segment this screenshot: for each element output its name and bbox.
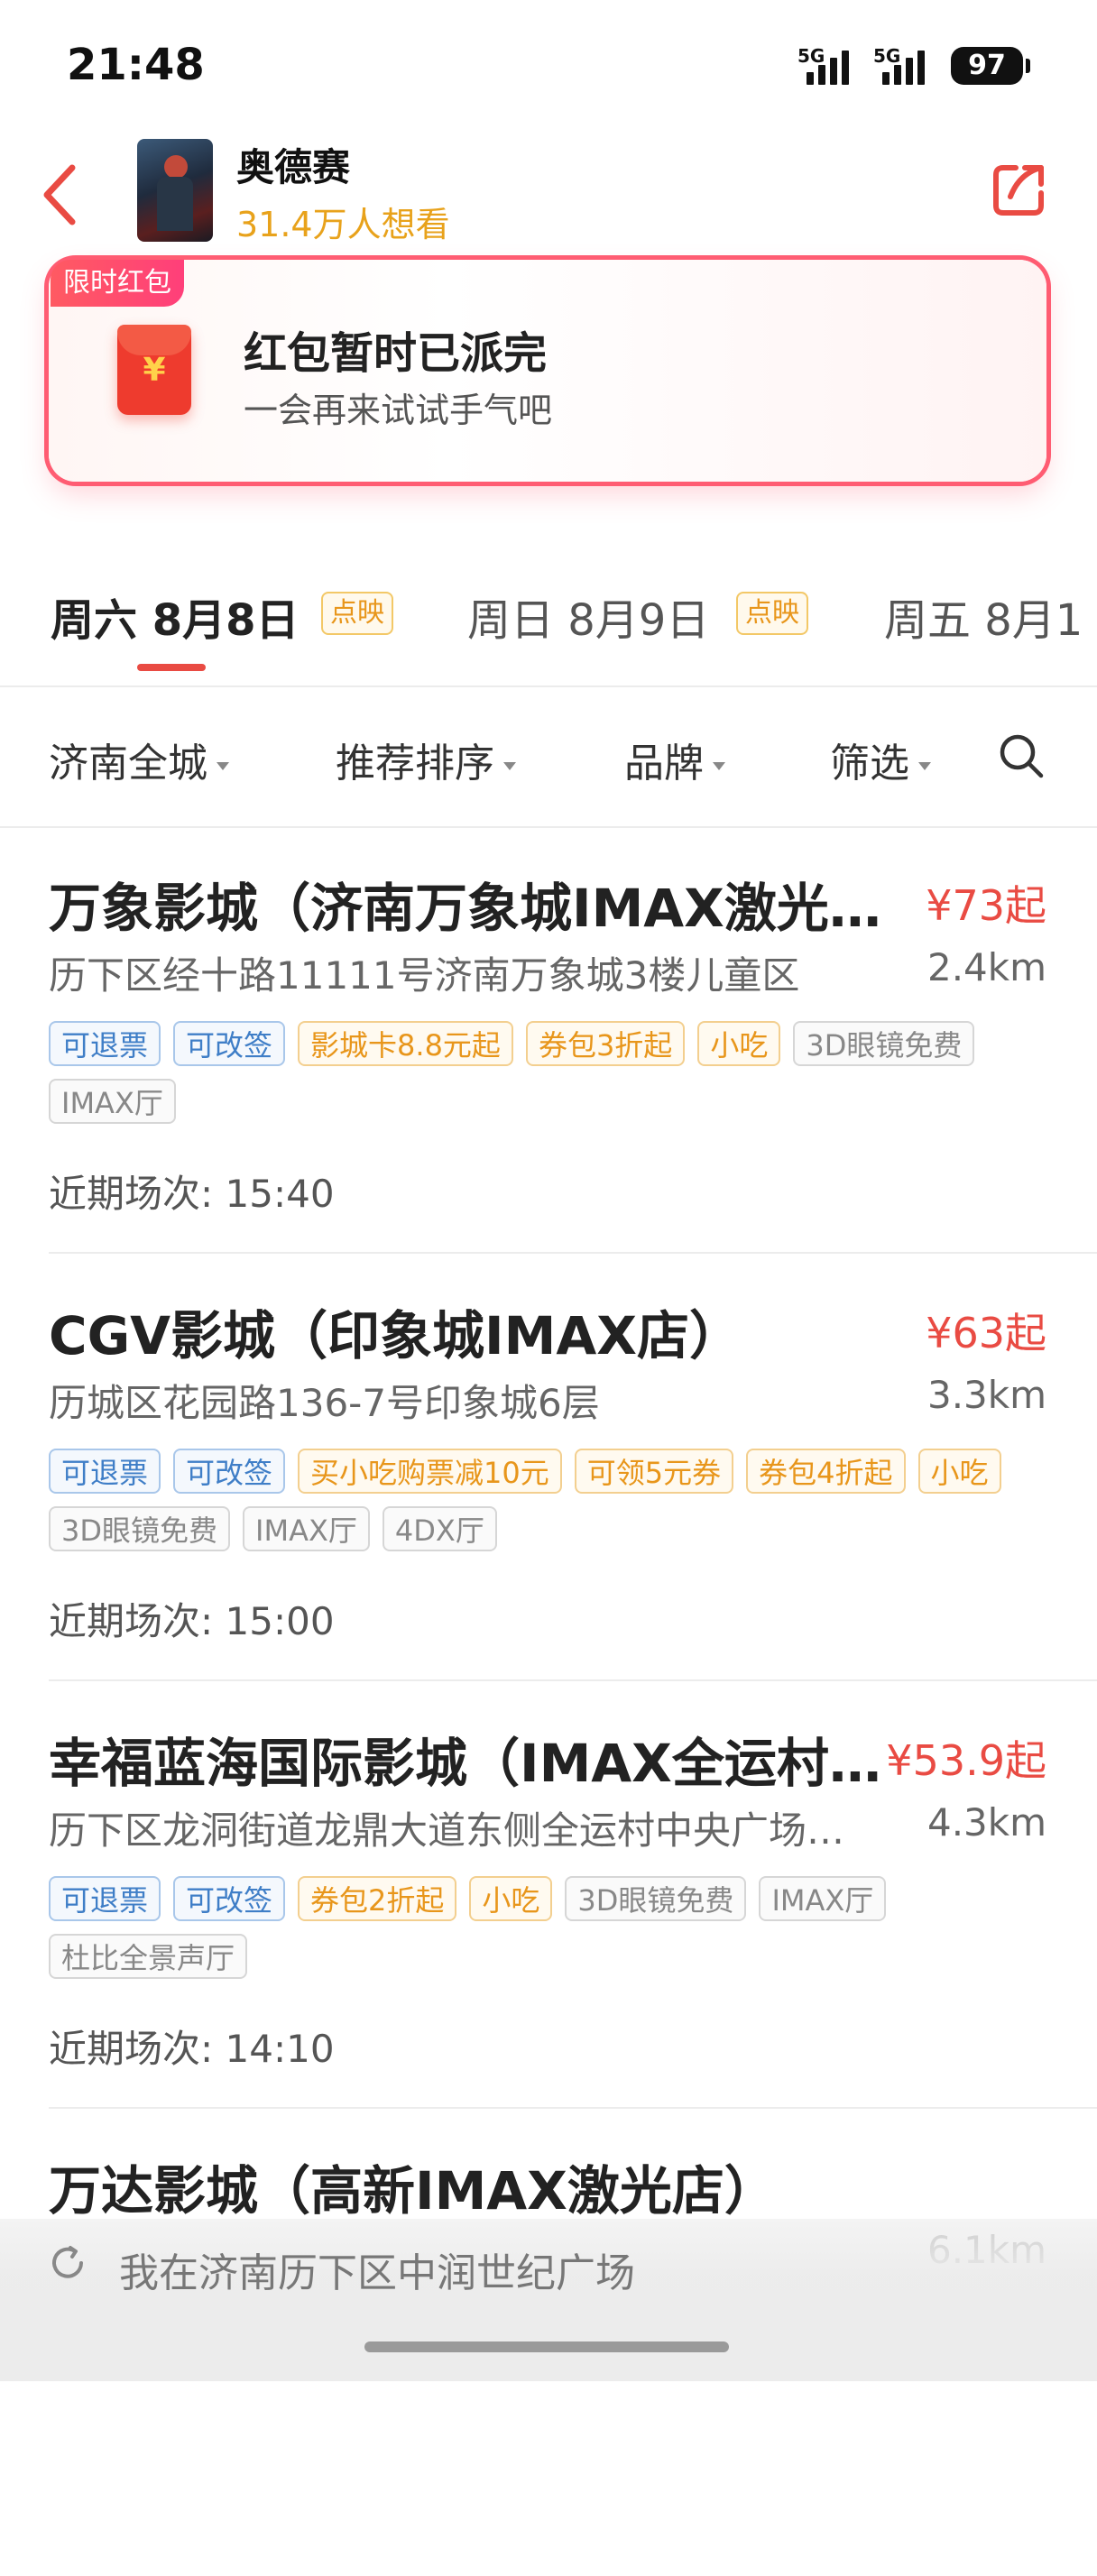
cinema-distance: 4.3km [926, 1800, 1046, 1845]
preview-badge: 点映 [736, 592, 808, 635]
cinema-tag: 小吃 [697, 1021, 781, 1066]
red-packet-subtitle: 一会再来试试手气吧 [244, 391, 553, 430]
cinema-tag: IMAX厅 [49, 1079, 176, 1124]
cinema-tag: 可领5元券 [574, 1449, 734, 1494]
cinema-price: ¥63起 [926, 1309, 1046, 1357]
red-envelope-icon: ¥ [117, 325, 191, 415]
signal-icon: 5G [873, 45, 936, 85]
cinema-name: 万达影城（高新IMAX激光店） [49, 2160, 777, 2222]
battery-indicator: 97 [951, 47, 1030, 85]
location-text: 我在济南历下区中润世纪广场 [119, 2250, 635, 2296]
date-tab-fri[interactable]: 周五 8月1 [884, 584, 1083, 648]
red-packet-tag: 限时红包 [51, 260, 184, 307]
divider [0, 826, 1097, 828]
cinema-tag: 4DX厅 [382, 1506, 497, 1551]
cinema-card[interactable]: 万象影城（济南万象城IMAX激光店） ¥73起历下区经十路11111号济南万象城3… [0, 866, 1097, 1293]
caret-down-icon [217, 761, 229, 770]
caret-down-icon [918, 761, 931, 770]
caret-down-icon [713, 761, 725, 770]
movie-title: 奥德赛 [236, 145, 351, 189]
cinema-tag: IMAX厅 [243, 1506, 370, 1551]
cinema-card[interactable]: CGV影城（印象城IMAX店） ¥63起历城区花园路136-7号印象城6层 3.3k… [0, 1293, 1097, 1721]
cinema-name: 幸福蓝海国际影城（IMAX全运村店） [49, 1733, 897, 1794]
cinema-tags: 可退票 可改签 买小吃购票减10元 可领5元券 券包4折起 小吃 3D眼镜免费 IMAX厅 4D… [49, 1449, 1023, 1551]
cinema-address: 历下区经十路11111号济南万象城3楼儿童区 [49, 953, 800, 998]
card-divider [49, 1679, 1097, 1681]
cinema-tag: 3D眼镜免费 [793, 1021, 975, 1066]
cinema-tags: 可退票 可改签 券包2折起 小吃 3D眼镜免费 IMAX厅杜比全景声厅 [49, 1876, 1023, 1979]
divider [0, 685, 1097, 687]
cinema-address: 历下区龙洞街道龙鼎大道东侧全运村中央广场娱乐城 [49, 1808, 879, 1853]
cinema-tag: 3D眼镜免费 [49, 1506, 231, 1551]
signal-icon: 5G [797, 45, 861, 85]
cinema-address: 历城区花园路136-7号印象城6层 [49, 1381, 600, 1425]
cinema-tag: 小吃 [469, 1876, 553, 1921]
cinema-tag: 券包4折起 [746, 1449, 906, 1494]
search-icon[interactable] [998, 732, 1045, 779]
cinema-distance: 2.4km [926, 945, 1046, 989]
want-count: 31.4万人想看 [236, 205, 450, 244]
cinema-tag: 券包3折起 [525, 1021, 686, 1066]
card-divider [49, 1252, 1097, 1254]
next-showtime: 近期场次: 15:00 [49, 1599, 335, 1643]
filter-sort[interactable]: 推荐排序 [336, 731, 516, 788]
date-tab-sat[interactable]: 周六 8月8日 [51, 584, 300, 648]
status-time: 21:48 [67, 40, 205, 90]
cinema-tag: 可改签 [173, 1449, 286, 1494]
cinema-tag: 可退票 [49, 1021, 161, 1066]
active-tab-indicator [137, 664, 206, 671]
cinema-tag: 可退票 [49, 1876, 161, 1921]
cinema-tag: 3D眼镜免费 [565, 1876, 747, 1921]
cinema-tag: 可改签 [173, 1021, 286, 1066]
next-showtime: 近期场次: 14:10 [49, 2027, 335, 2071]
home-indicator [364, 2341, 729, 2352]
movie-poster[interactable] [137, 139, 213, 242]
date-tab-sun[interactable]: 周日 8月9日 [467, 584, 709, 648]
cinema-price: ¥73起 [926, 881, 1046, 930]
share-icon[interactable] [989, 161, 1048, 220]
red-packet-title: 红包暂时已派完 [244, 328, 548, 379]
cinema-price: ¥53.9起 [886, 1736, 1046, 1785]
caret-down-icon [503, 761, 516, 770]
red-packet-card[interactable] [49, 260, 1046, 482]
filter-city[interactable]: 济南全城 [49, 731, 229, 788]
cinema-distance: 3.3km [926, 1373, 1046, 1417]
card-divider [49, 2107, 1097, 2109]
cinema-card[interactable]: 幸福蓝海国际影城（IMAX全运村店） ¥53.9起 历下区龙洞街道龙鼎大道东侧全运村… [0, 1721, 1097, 2148]
cinema-tag: 买小吃购票减10元 [298, 1449, 562, 1494]
preview-badge: 点映 [321, 592, 393, 635]
back-arrow-icon[interactable] [36, 159, 87, 231]
cinema-tag: 小吃 [917, 1449, 1001, 1494]
cinema-tag: IMAX厅 [759, 1876, 887, 1921]
next-showtime: 近期场次: 15:40 [49, 1172, 335, 1216]
cinema-tag: 杜比全景声厅 [49, 1934, 248, 1979]
cinema-tag: 可改签 [173, 1876, 286, 1921]
cinema-name: CGV影城（印象城IMAX店） [49, 1305, 742, 1366]
cinema-tag: 券包2折起 [298, 1876, 457, 1921]
status-bar: 21:48 5G 5G 97 [0, 0, 1097, 126]
cinema-tag: 影城卡8.8元起 [298, 1021, 513, 1066]
filter-more[interactable]: 筛选 [830, 731, 931, 788]
cinema-tags: 可退票 可改签 影城卡8.8元起 券包3折起 小吃 3D眼镜免费 IMAX厅 [49, 1021, 1023, 1124]
cinema-name: 万象影城（济南万象城IMAX激光店） [49, 878, 897, 939]
filter-brand[interactable]: 品牌 [624, 731, 725, 788]
cinema-tag: 可退票 [49, 1449, 161, 1494]
location-refresh-icon[interactable] [47, 2242, 88, 2284]
